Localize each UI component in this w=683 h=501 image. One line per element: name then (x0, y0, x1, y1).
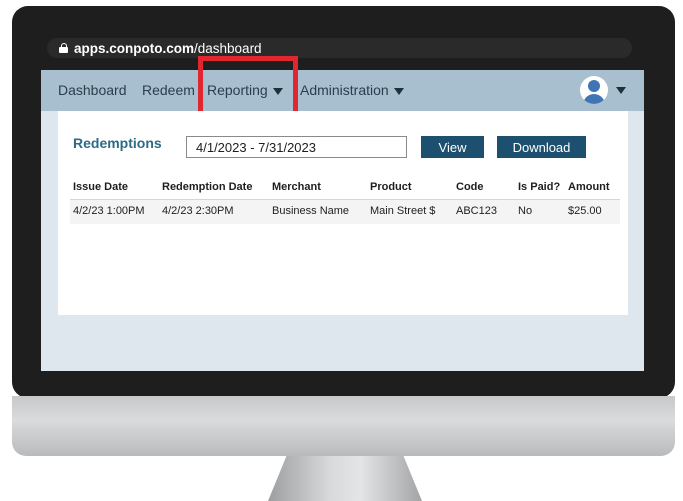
address-bar[interactable]: apps.conpoto.com/dashboard (47, 38, 632, 58)
cell-merchant: Business Name (272, 205, 350, 217)
top-navigation: Dashboard Redeem Reporting Administratio… (41, 70, 644, 111)
cell-redemption-date: 4/2/23 2:30PM (162, 205, 234, 217)
monitor-stand (268, 456, 422, 501)
column-header-code[interactable]: Code (456, 181, 484, 193)
lock-icon (59, 43, 68, 53)
nav-redeem[interactable]: Redeem (142, 82, 195, 98)
column-header-redemption-date[interactable]: Redemption Date (162, 181, 252, 193)
url-domain: apps.conpoto.com (74, 40, 195, 56)
nav-dashboard-label: Dashboard (58, 82, 127, 98)
user-avatar-icon[interactable] (580, 76, 608, 104)
panel-title: Redemptions (73, 135, 162, 151)
column-header-product[interactable]: Product (370, 181, 412, 193)
cell-product: Main Street $ (370, 205, 436, 217)
redemptions-panel: Redemptions View Download Issue Date Red… (58, 111, 628, 315)
column-header-amount[interactable]: Amount (568, 181, 610, 193)
browser-chrome: apps.conpoto.com/dashboard (41, 30, 644, 70)
date-range-input[interactable] (186, 136, 407, 158)
nav-dashboard[interactable]: Dashboard (58, 82, 127, 98)
column-header-merchant[interactable]: Merchant (272, 181, 321, 193)
monitor-chin (12, 396, 675, 456)
user-menu-chevron-icon[interactable] (616, 87, 626, 94)
nav-administration-label: Administration (300, 82, 389, 98)
nav-redeem-label: Redeem (142, 82, 195, 98)
cell-is-paid: No (518, 205, 533, 217)
column-header-is-paid[interactable]: Is Paid? (518, 181, 560, 193)
monitor-illustration: apps.conpoto.com/dashboard Dashboard Red… (0, 0, 683, 501)
download-button[interactable]: Download (497, 136, 586, 158)
cell-code: ABC123 (456, 205, 497, 217)
cell-amount: $25.00 (568, 205, 602, 217)
column-header-issue-date[interactable]: Issue Date (73, 181, 128, 193)
browser-screen: apps.conpoto.com/dashboard Dashboard Red… (41, 30, 644, 371)
nav-administration[interactable]: Administration (300, 82, 404, 98)
view-button[interactable]: View (421, 136, 484, 158)
chevron-down-icon (393, 87, 404, 95)
cell-issue-date: 4/2/23 1:00PM (73, 205, 145, 217)
url-path: /dashboard (194, 40, 262, 56)
